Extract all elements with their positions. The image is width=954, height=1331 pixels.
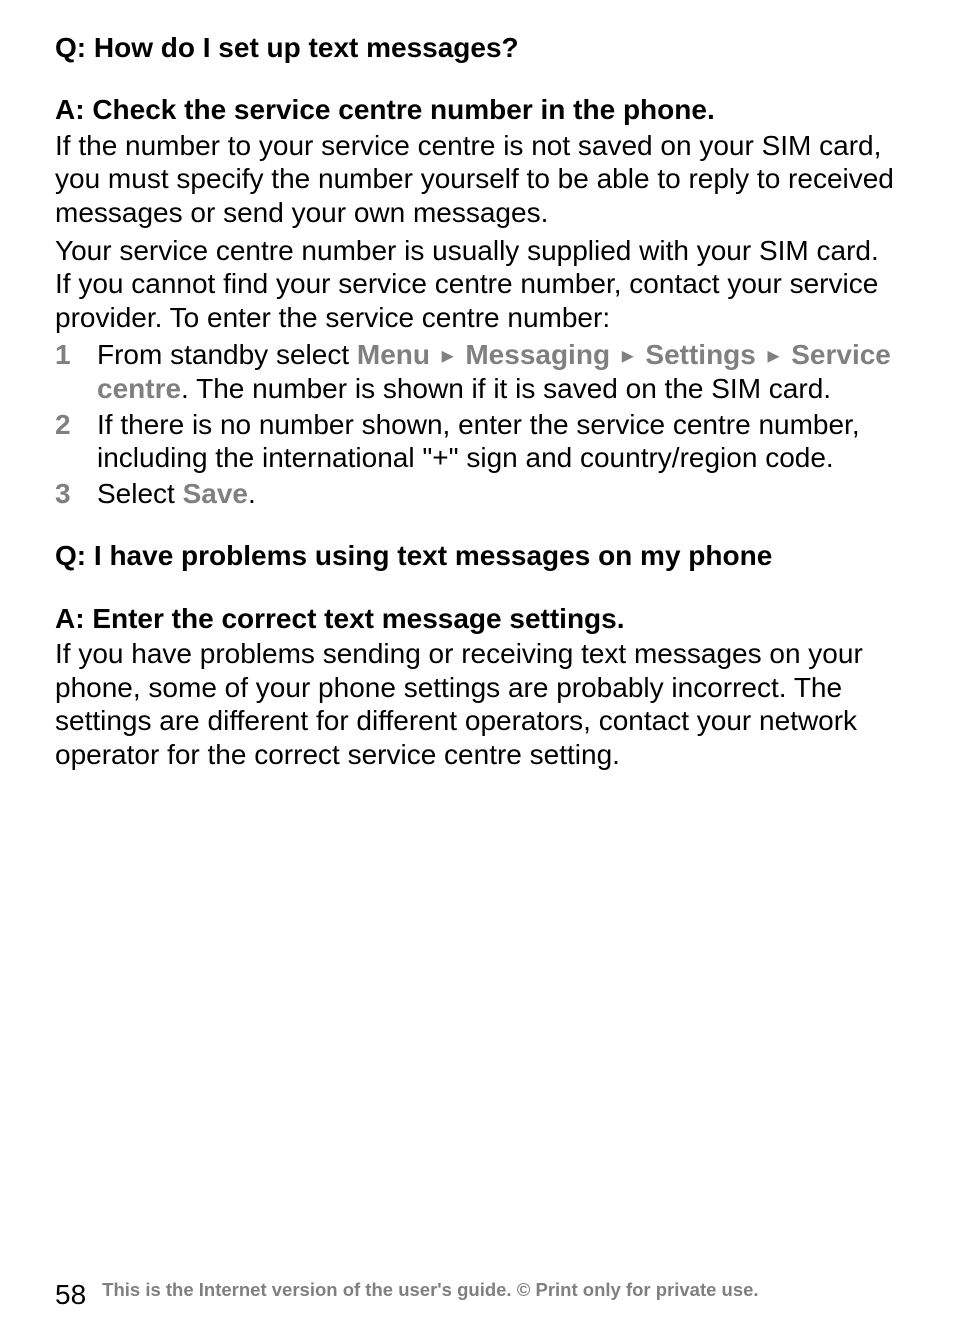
arrow-icon: ►: [764, 346, 784, 368]
step-number: 3: [55, 477, 97, 511]
answer-2-para-1: If you have problems sending or receivin…: [55, 637, 899, 771]
question-1: Q: How do I set up text messages?: [55, 30, 899, 66]
step-content: If there is no number shown, enter the s…: [97, 408, 899, 475]
menu-path-settings: Settings: [645, 339, 755, 370]
step-text-suffix: . The number is shown if it is saved on …: [181, 373, 831, 404]
menu-path-messaging: Messaging: [465, 339, 610, 370]
answer-1-para-2: Your service centre number is usually su…: [55, 234, 899, 335]
step-text-prefix: From standby select: [97, 339, 357, 370]
page-number: 58: [55, 1279, 86, 1310]
menu-save: Save: [183, 478, 248, 509]
arrow-icon: ►: [438, 346, 458, 368]
menu-path-menu: Menu: [357, 339, 430, 370]
step-content: From standby select Menu ► Messaging ► S…: [97, 338, 899, 405]
answer-1-para-1: If the number to your service centre is …: [55, 129, 899, 230]
step-2: 2 If there is no number shown, enter the…: [55, 408, 899, 475]
steps-list: 1 From standby select Menu ► Messaging ►…: [55, 338, 899, 510]
page-footer: 58 This is the Internet version of the us…: [55, 1279, 899, 1311]
step-text-suffix: .: [248, 478, 256, 509]
arrow-icon: ►: [618, 346, 638, 368]
step-1: 1 From standby select Menu ► Messaging ►…: [55, 338, 899, 405]
step-content: Select Save.: [97, 477, 899, 511]
question-2: Q: I have problems using text messages o…: [55, 538, 899, 574]
step-text-prefix: Select: [97, 478, 183, 509]
step-number: 2: [55, 408, 97, 475]
answer-1-heading: A: Check the service centre number in th…: [55, 92, 899, 128]
footer-copyright: This is the Internet version of the user…: [102, 1279, 758, 1300]
step-number: 1: [55, 338, 97, 405]
step-3: 3 Select Save.: [55, 477, 899, 511]
answer-2-heading: A: Enter the correct text message settin…: [55, 601, 899, 637]
